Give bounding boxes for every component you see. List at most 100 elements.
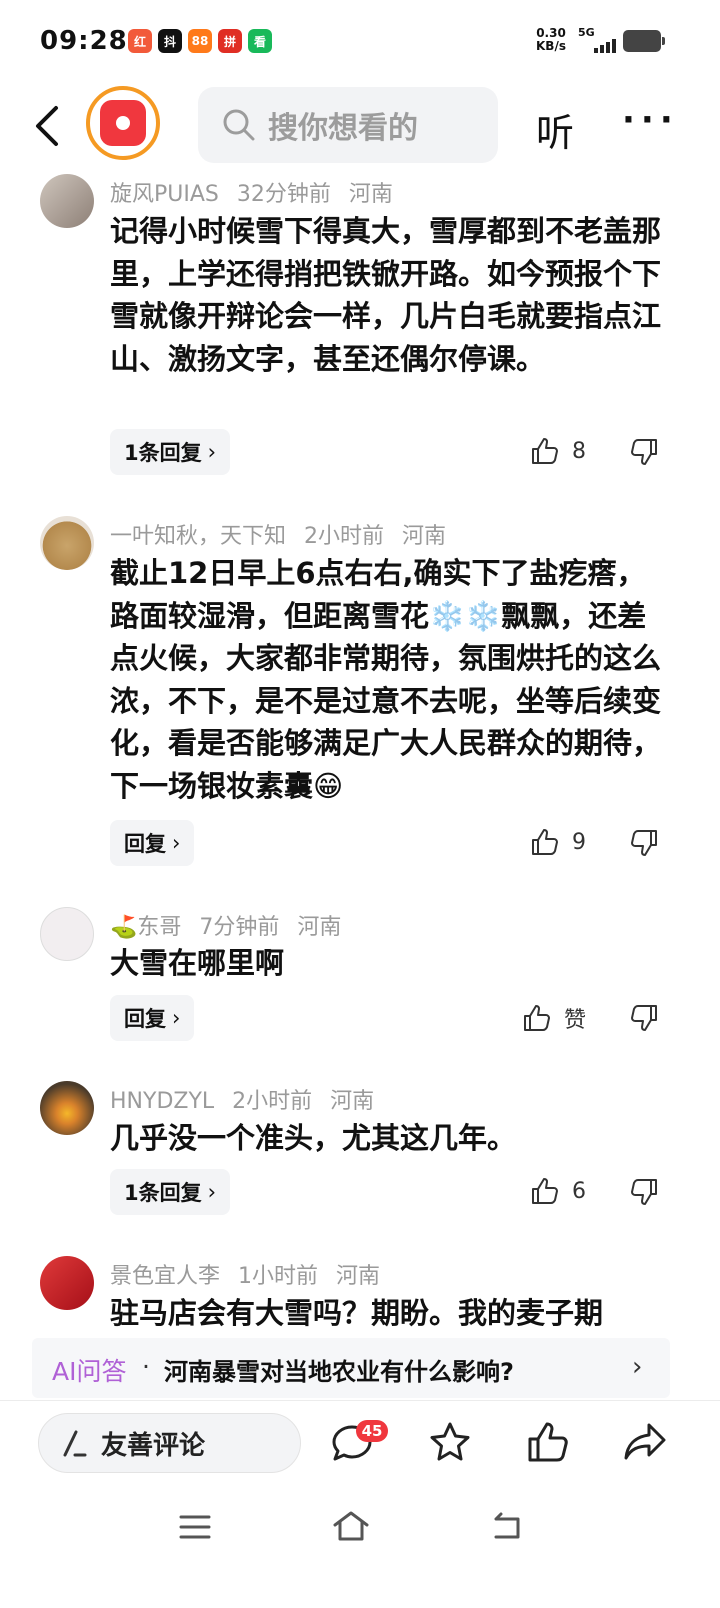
like-count: 赞 (564, 1008, 587, 1033)
author-name[interactable]: HNYDZYL (110, 1089, 214, 1114)
avatar[interactable] (40, 516, 94, 570)
signal-bars-icon (594, 39, 616, 53)
ai-label: AI问答 (52, 1357, 127, 1386)
like-count: 9 (572, 829, 586, 855)
chevron-right-icon: › (207, 440, 217, 464)
home-nav-button[interactable] (332, 1510, 370, 1546)
comment-location: 河南 (336, 1264, 381, 1289)
ai-separator: · (142, 1352, 150, 1381)
thumbs-up-icon (532, 1178, 558, 1204)
author-name[interactable]: 一叶知秋，天下知 (110, 524, 286, 549)
app-logo[interactable] (86, 86, 160, 160)
reply-label: 1条回复 (124, 1181, 202, 1205)
like-button[interactable]: 6 (530, 1176, 586, 1206)
chevron-right-icon: › (172, 831, 181, 855)
app-icon: 抖 (158, 29, 182, 53)
comment-meta: 一叶知秋，天下知 2小时前 河南 (110, 518, 446, 550)
comment-meta: ⛳东哥 7分钟前 河南 (110, 909, 341, 941)
chevron-left-icon (36, 106, 58, 146)
comment-location: 河南 (330, 1089, 375, 1114)
reply-label: 回复 (124, 832, 166, 856)
share-button[interactable] (622, 1420, 668, 1468)
return-icon (494, 1512, 520, 1539)
reply-label: 回复 (124, 1007, 166, 1031)
chevron-right-icon: › (207, 1180, 217, 1204)
comment-text: 记得小时候雪下得真大，雪厚都到不老盖那里，上学还得捎把铁锨开路。如今预报个下雪就… (110, 214, 662, 376)
dislike-button[interactable] (629, 1177, 659, 1207)
like-count: 8 (572, 438, 586, 464)
dislike-button[interactable] (629, 437, 659, 467)
dislike-button[interactable] (629, 828, 659, 858)
app-icon: 88 (188, 29, 212, 53)
battery-icon (623, 30, 665, 52)
reply-button[interactable]: 1条回复 › (110, 1169, 231, 1215)
reply-button[interactable]: 1条回复 › (110, 429, 231, 475)
comment-text: 几乎没一个准头，尤其这几年。 (110, 1121, 517, 1155)
thumbs-up-icon (524, 1005, 550, 1031)
author-name[interactable]: ⛳东哥 (110, 915, 181, 940)
menu-nav-button[interactable] (178, 1513, 212, 1545)
author-name[interactable]: 旋风PUIAS (110, 182, 219, 207)
dislike-button[interactable] (629, 1003, 659, 1033)
home-icon (333, 1511, 369, 1541)
network-speed: 0.30 KB/s (536, 27, 566, 53)
reply-button[interactable]: 回复 › (110, 995, 195, 1041)
thumbs-up-icon (532, 829, 558, 855)
ai-question[interactable]: 河南暴雪对当地农业有什么影响? (164, 1352, 514, 1387)
app-icon: 看 (248, 29, 272, 53)
comment-time: 32分钟前 (236, 182, 331, 207)
thumbs-down-icon (631, 439, 657, 465)
comment-meta: 旋风PUIAS 32分钟前 河南 (110, 176, 393, 208)
star-icon (430, 1422, 470, 1461)
comment-location: 河南 (402, 524, 447, 549)
comment-time: 1小时前 (238, 1264, 319, 1289)
signal-label: 5G (578, 26, 595, 39)
thumbs-down-icon (631, 1179, 657, 1205)
avatar[interactable] (40, 907, 94, 961)
comment-meta: 景色宜人李 1小时前 河南 (110, 1258, 380, 1290)
pen-icon (63, 1430, 87, 1457)
thumbs-up-icon (528, 1422, 568, 1462)
avatar[interactable] (40, 1256, 94, 1310)
reply-label: 1条回复 (124, 441, 202, 465)
logo-icon (100, 100, 146, 146)
like-count: 6 (572, 1178, 586, 1204)
comment-time: 7分钟前 (199, 915, 280, 940)
chevron-right-icon: › (172, 1006, 181, 1030)
status-time: 09:28 (40, 26, 128, 56)
comment-location: 河南 (297, 915, 342, 940)
menu-icon (179, 1515, 211, 1539)
notification-app-icons: 红 抖 88 拼 看 (128, 29, 272, 53)
avatar[interactable] (40, 174, 94, 228)
reply-button[interactable]: 回复 › (110, 820, 195, 866)
comment-count-badge: 45 (356, 1420, 388, 1442)
app-icon: 拼 (218, 29, 242, 53)
comment-text: 大雪在哪里啊 (110, 946, 285, 980)
thumbs-up-icon (532, 438, 558, 464)
like-article-button[interactable] (526, 1420, 570, 1468)
comment-input[interactable]: 友善评论 (38, 1413, 301, 1473)
search-input[interactable]: 搜你想看的 (198, 87, 498, 163)
comment-text: 截止12日早上6点右右,确实下了盐疙瘩，路面较湿滑，但距离雪花❄️❄️飘飘，还差… (110, 556, 662, 803)
like-button[interactable]: 赞 (522, 1002, 586, 1034)
author-name[interactable]: 景色宜人李 (110, 1264, 220, 1289)
divider (0, 1400, 720, 1401)
app-icon: 红 (128, 29, 152, 53)
comment-placeholder: 友善评论 (101, 1430, 206, 1461)
avatar[interactable] (40, 1081, 94, 1135)
favorite-button[interactable] (428, 1421, 472, 1467)
like-button[interactable]: 8 (530, 436, 586, 466)
more-button[interactable]: ··· (622, 100, 679, 140)
chevron-right-icon[interactable]: › (632, 1352, 642, 1382)
comment-meta: HNYDZYL 2小时前 河南 (110, 1083, 374, 1115)
back-nav-button[interactable] (490, 1511, 524, 1545)
like-button[interactable]: 9 (530, 827, 586, 857)
back-button[interactable] (30, 104, 66, 148)
thumbs-down-icon (631, 1005, 657, 1031)
share-arrow-icon (624, 1423, 666, 1460)
comment-time: 2小时前 (304, 524, 385, 549)
listen-button[interactable]: 听 (536, 102, 574, 157)
thumbs-down-icon (631, 830, 657, 856)
comment-time: 2小时前 (232, 1089, 313, 1114)
net-speed-unit: KB/s (536, 39, 566, 53)
